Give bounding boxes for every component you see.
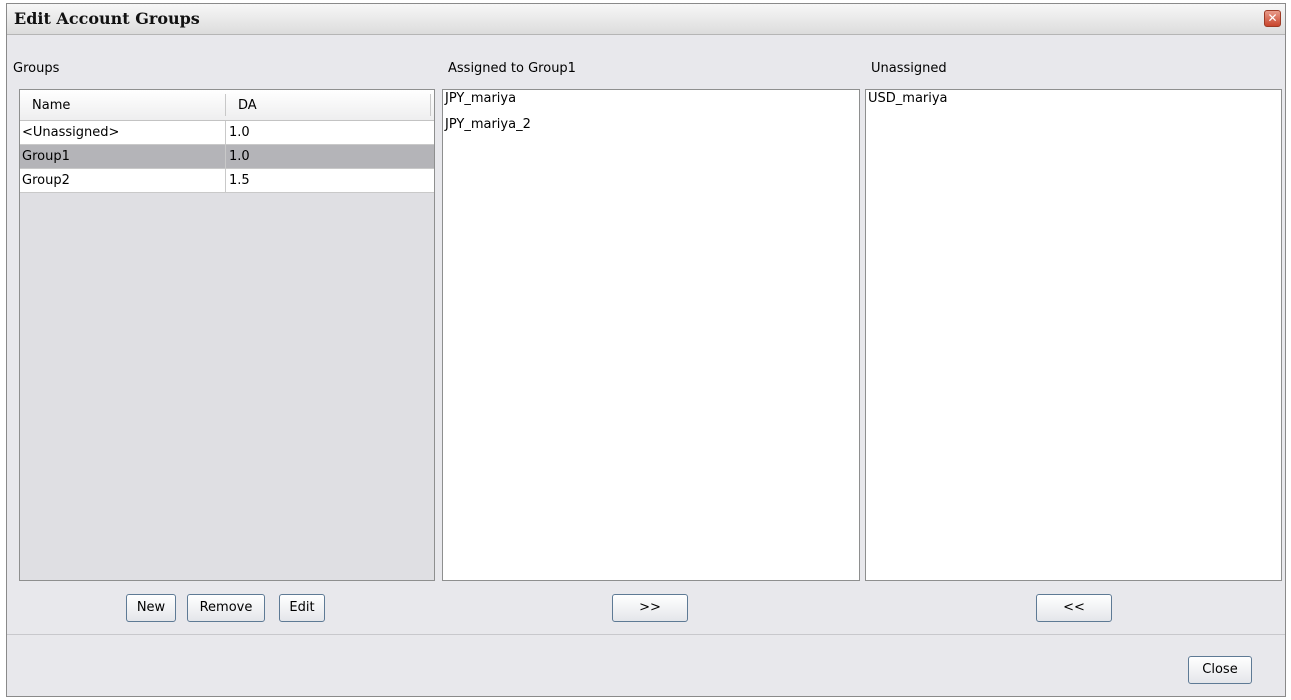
groups-table: Name DA <Unassigned> 1.0 Group1 1.0 Grou… bbox=[19, 89, 435, 581]
column-resize-handle[interactable] bbox=[430, 94, 431, 116]
assigned-label: Assigned to Group1 bbox=[448, 61, 576, 76]
divider bbox=[7, 634, 1285, 635]
groups-table-header: Name DA bbox=[20, 90, 434, 121]
list-item[interactable]: JPY_mariya bbox=[445, 91, 516, 106]
column-header-da[interactable]: DA bbox=[238, 98, 257, 113]
assigned-accounts-list[interactable]: JPY_mariya JPY_mariya_2 bbox=[442, 89, 860, 581]
unassign-from-group-button[interactable]: << bbox=[1036, 594, 1112, 622]
edit-group-button[interactable]: Edit bbox=[279, 594, 325, 622]
close-button[interactable]: Close bbox=[1188, 656, 1252, 684]
assign-to-group-button[interactable]: >> bbox=[612, 594, 688, 622]
column-header-name[interactable]: Name bbox=[32, 98, 70, 113]
group-name-cell: Group1 bbox=[22, 149, 70, 164]
group-name-cell: <Unassigned> bbox=[22, 125, 120, 140]
table-row-unassigned[interactable]: <Unassigned> 1.0 bbox=[20, 121, 434, 145]
unassigned-accounts-list[interactable]: USD_mariya bbox=[865, 89, 1282, 581]
cell-divider bbox=[225, 121, 226, 145]
group-name-cell: Group2 bbox=[22, 173, 70, 188]
dialog-title: Edit Account Groups bbox=[14, 9, 200, 28]
unassigned-label: Unassigned bbox=[871, 61, 947, 76]
group-da-cell: 1.0 bbox=[229, 125, 250, 140]
groups-label: Groups bbox=[13, 61, 60, 76]
list-item[interactable]: USD_mariya bbox=[868, 91, 948, 106]
table-row-group2[interactable]: Group2 1.5 bbox=[20, 169, 434, 193]
cell-divider bbox=[225, 169, 226, 193]
cell-divider bbox=[225, 145, 226, 169]
title-bar[interactable]: Edit Account Groups ✕ bbox=[7, 4, 1285, 35]
edit-account-groups-dialog: Edit Account Groups ✕ Groups Name DA <Un… bbox=[6, 3, 1286, 697]
table-row-group1[interactable]: Group1 1.0 bbox=[20, 145, 434, 169]
column-resize-handle[interactable] bbox=[225, 94, 226, 116]
new-group-button[interactable]: New bbox=[126, 594, 176, 622]
remove-group-button[interactable]: Remove bbox=[187, 594, 265, 622]
list-item[interactable]: JPY_mariya_2 bbox=[445, 117, 531, 132]
group-da-cell: 1.5 bbox=[229, 173, 250, 188]
close-window-icon[interactable]: ✕ bbox=[1264, 10, 1281, 27]
group-da-cell: 1.0 bbox=[229, 149, 250, 164]
